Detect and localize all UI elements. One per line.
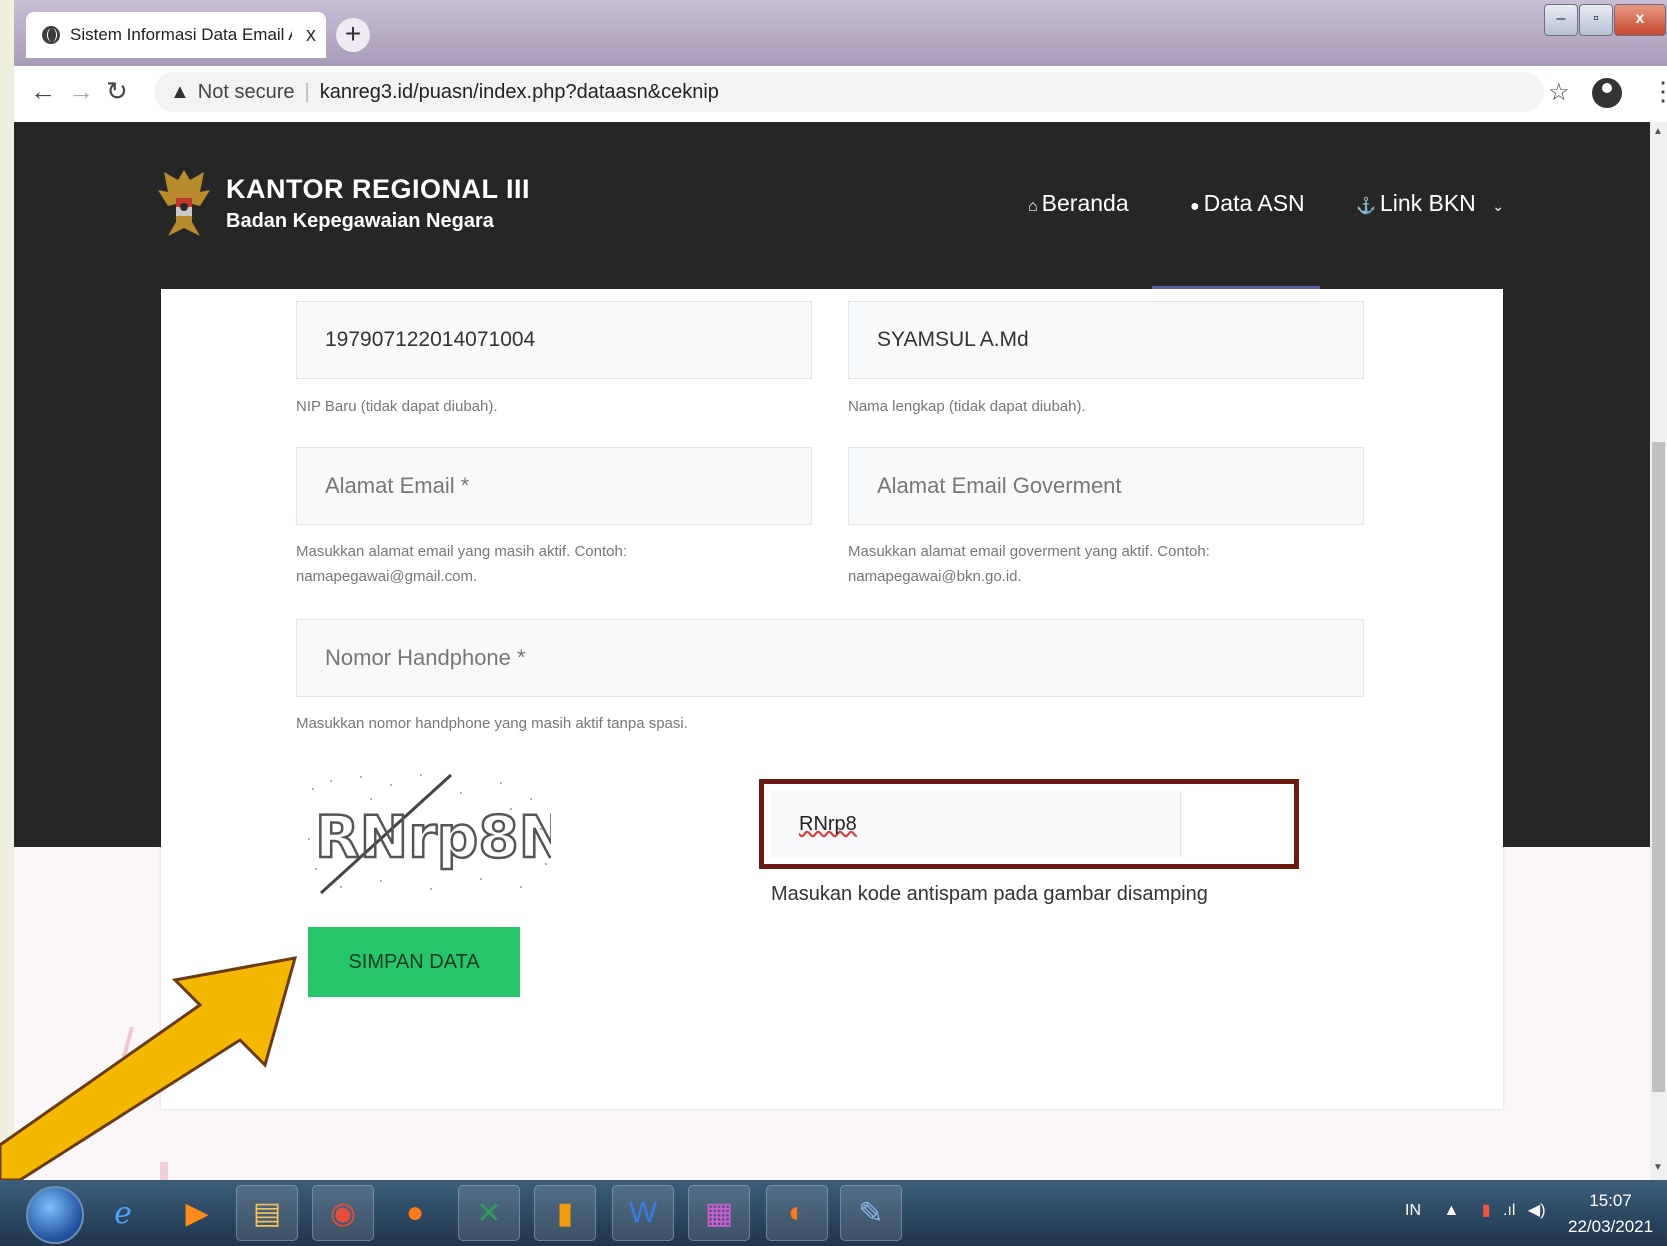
scroll-down-icon[interactable]: ▼ xyxy=(1653,1162,1663,1173)
start-button[interactable] xyxy=(26,1186,84,1244)
tab-close-button[interactable]: x xyxy=(306,24,316,47)
bookmark-star-icon[interactable]: ☆ xyxy=(1548,78,1570,107)
scrollbar-thumb[interactable] xyxy=(1652,442,1665,1092)
new-tab-button[interactable]: + xyxy=(336,18,370,52)
simpan-data-button[interactable]: SIMPAN DATA xyxy=(308,927,520,997)
windows-taskbar: e ▶ ▤ ◉ ● ✕ ▮ W ▦ ◐ ✎ IN ▲ ▮ .ıl ◀) 15:0… xyxy=(0,1180,1667,1246)
clock-date: 22/03/2021 xyxy=(1568,1217,1654,1236)
reload-icon[interactable]: ↻ xyxy=(106,76,128,107)
vertical-scrollbar[interactable]: ▲ ▼ xyxy=(1650,122,1667,1180)
firefox-icon[interactable]: ● xyxy=(384,1185,446,1241)
tab-title: Sistem Informasi Data Email ASN xyxy=(70,25,292,44)
browser-tab[interactable]: Sistem Informasi Data Email ASN x xyxy=(26,12,326,58)
close-window-button[interactable]: x xyxy=(1614,4,1666,36)
email-field[interactable]: Alamat Email * xyxy=(296,447,812,525)
nav-item-beranda[interactable]: ⌂ Beranda xyxy=(1028,190,1129,217)
brand-title[interactable]: KANTOR REGIONAL III xyxy=(226,174,530,205)
nav-label: Link BKN xyxy=(1379,190,1476,216)
minimize-button[interactable]: – xyxy=(1544,4,1578,36)
office-icon[interactable]: ▮ xyxy=(534,1185,596,1241)
clock[interactable]: 15:07 22/03/2021 xyxy=(1568,1188,1653,1240)
chrome-icon[interactable]: ◉ xyxy=(312,1185,374,1241)
email-gov-help-line1: Masukkan alamat email goverment yang akt… xyxy=(848,543,1210,560)
email-help: Masukkan alamat email yang masih aktif. … xyxy=(296,539,627,589)
excel-icon[interactable]: ✕ xyxy=(458,1185,520,1241)
nav-item-data-asn[interactable]: ● Data ASN xyxy=(1190,190,1305,217)
garuda-logo[interactable] xyxy=(156,162,212,242)
menu-kebab-icon[interactable]: ⋮ xyxy=(1650,76,1667,107)
media-player-icon[interactable]: ▶ xyxy=(166,1185,228,1241)
scroll-up-icon[interactable]: ▲ xyxy=(1653,126,1663,137)
email-gov-field[interactable]: Alamat Email Goverment xyxy=(848,447,1364,525)
nip-field[interactable]: 197907122014071004 xyxy=(296,301,812,379)
url-text: kanreg3.id/puasn/index.php?dataasn&cekni… xyxy=(319,80,719,103)
file-explorer-icon[interactable]: ▤ xyxy=(236,1185,298,1241)
winrar-icon[interactable]: ▦ xyxy=(688,1185,750,1241)
clock-time: 15:07 xyxy=(1589,1191,1632,1210)
paint-icon[interactable]: ✎ xyxy=(840,1185,902,1241)
system-tray: IN ▲ ▮ .ıl ◀) xyxy=(1405,1200,1546,1220)
address-bar-row: ← → ↻ ▲ Not secure | kanreg3.id/puasn/in… xyxy=(14,66,1667,123)
globe-icon xyxy=(42,26,60,44)
chevron-down-icon: ⌄ xyxy=(1492,198,1504,214)
profile-icon[interactable] xyxy=(1592,78,1622,108)
form-card: 197907122014071004 SYAMSUL A.Md NIP Baru… xyxy=(161,289,1503,1109)
pointer-arrow-annotation xyxy=(0,956,298,1180)
nama-field[interactable]: SYAMSUL A.Md xyxy=(848,301,1364,379)
nav-label: Data ASN xyxy=(1203,190,1305,216)
signal-icon[interactable]: .ıl xyxy=(1503,1202,1515,1219)
network-error-icon[interactable]: ▮ xyxy=(1482,1202,1491,1219)
show-hidden-icons[interactable]: ▲ xyxy=(1443,1202,1459,1219)
volume-icon[interactable]: ◀) xyxy=(1528,1202,1546,1219)
url-separator: | xyxy=(304,80,310,103)
anchor-icon: ⚓ xyxy=(1356,198,1376,215)
antispam-highlight-box: RNrp8 xyxy=(759,779,1299,869)
firefox-pinned-icon[interactable]: ◐ xyxy=(766,1185,828,1241)
nama-help: Nama lengkap (tidak dapat diubah). xyxy=(848,398,1086,415)
captcha-image: RNrp8N xyxy=(308,773,551,895)
not-secure-label: Not secure xyxy=(197,80,295,103)
nav-label: Beranda xyxy=(1041,190,1129,216)
internet-explorer-icon[interactable]: e xyxy=(92,1185,154,1241)
back-icon[interactable]: ← xyxy=(30,76,56,107)
maximize-button[interactable]: ▫ xyxy=(1579,4,1613,36)
forward-icon[interactable]: → xyxy=(68,76,94,107)
word-icon[interactable]: W xyxy=(612,1185,674,1241)
nav-item-link-bkn[interactable]: ⚓ Link BKN ⌄ xyxy=(1356,190,1504,217)
brand-subtitle: Badan Kepegawaian Negara xyxy=(226,210,494,232)
email-help-line1: Masukkan alamat email yang masih aktif. … xyxy=(296,543,627,560)
url-bar[interactable]: ▲ Not secure | kanreg3.id/puasn/index.ph… xyxy=(154,72,1544,112)
site-navbar: KANTOR REGIONAL III Badan Kepegawaian Ne… xyxy=(14,122,1650,289)
email-gov-help: Masukkan alamat email goverment yang akt… xyxy=(848,539,1210,589)
antispam-help: Masukan kode antispam pada gambar disamp… xyxy=(771,883,1208,905)
phone-field[interactable]: Nomor Handphone * xyxy=(296,619,1364,697)
warning-icon: ▲ xyxy=(170,80,190,103)
title-bar: Sistem Informasi Data Email ASN x + – ▫ … xyxy=(14,0,1667,66)
nip-help: NIP Baru (tidak dapat diubah). xyxy=(296,398,498,415)
home-icon: ⌂ xyxy=(1028,198,1038,215)
captcha-text: RNrp8N xyxy=(315,803,551,871)
email-gov-help-line2: namapegawai@bkn.go.id. xyxy=(848,568,1022,585)
phone-help: Masukkan nomor handphone yang masih akti… xyxy=(296,715,688,732)
language-indicator[interactable]: IN xyxy=(1405,1202,1421,1219)
user-icon: ● xyxy=(1190,198,1200,215)
antispam-input[interactable]: RNrp8 xyxy=(771,791,1181,857)
email-help-line2: namapegawai@gmail.com. xyxy=(296,568,478,585)
